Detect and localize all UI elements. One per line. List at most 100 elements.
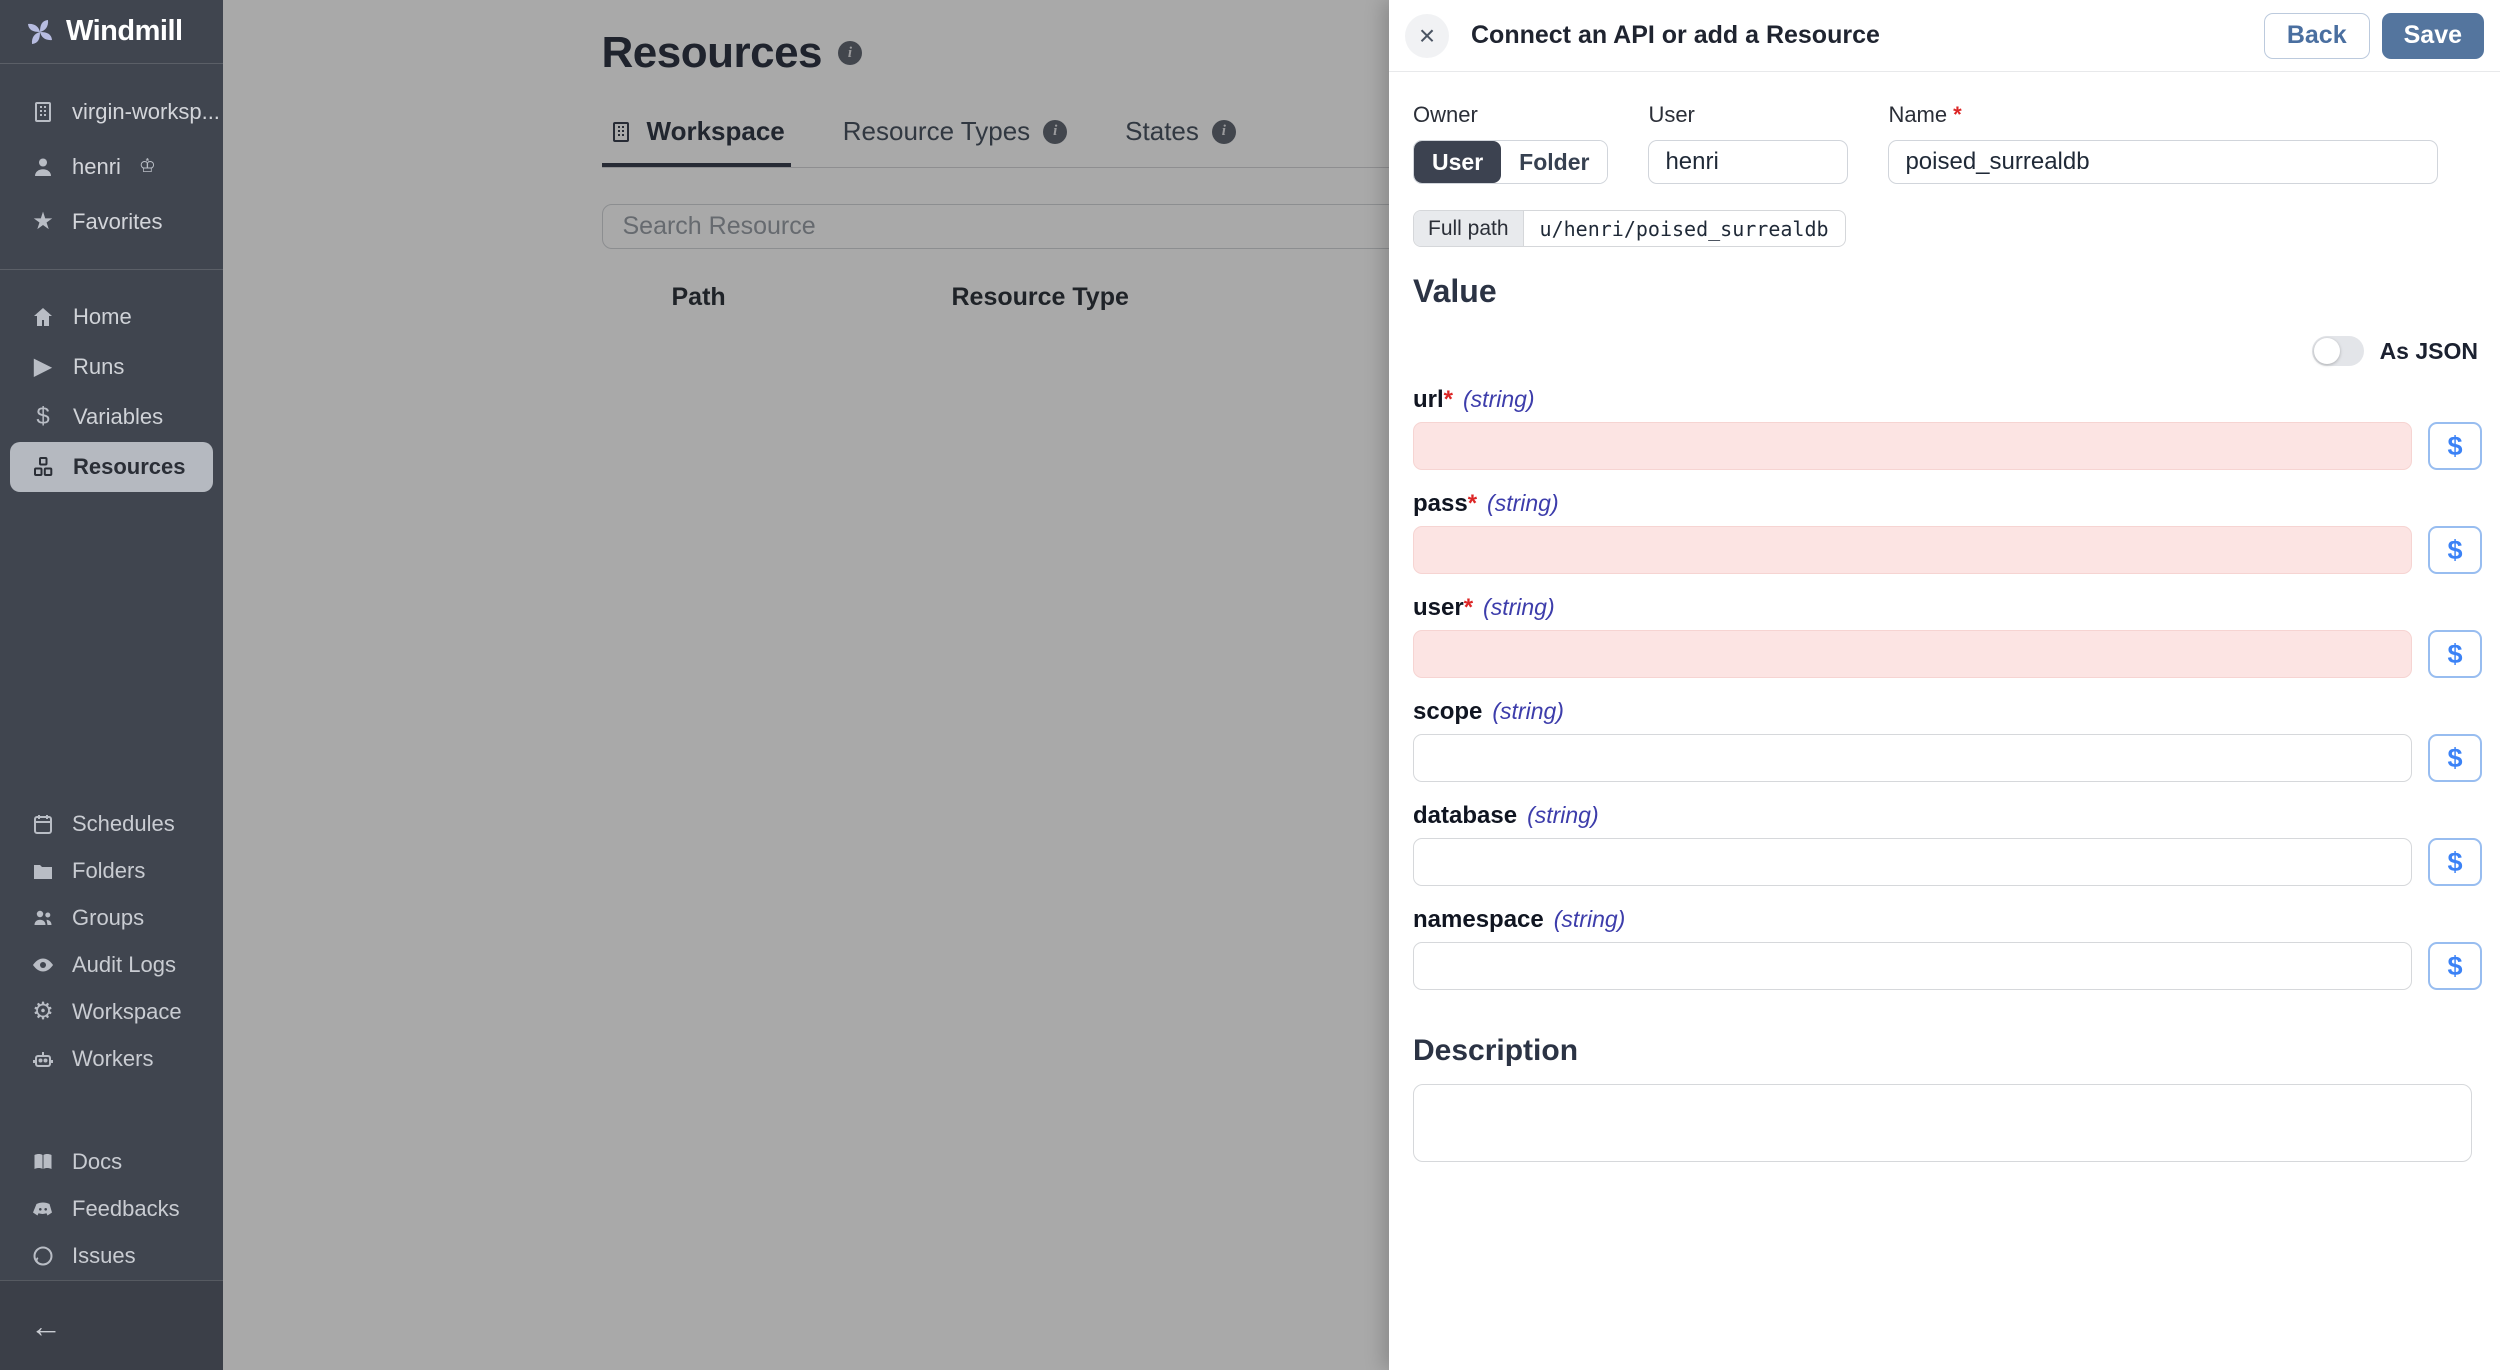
nav-label: Schedules — [72, 810, 175, 836]
url-input[interactable] — [1413, 422, 2412, 470]
sidebar-item-variables[interactable]: $ Variables — [10, 392, 213, 442]
nav-label: Feedbacks — [72, 1195, 180, 1221]
calendar-icon — [30, 811, 56, 837]
variable-picker-button[interactable]: $ — [2428, 942, 2482, 990]
user-icon — [30, 154, 56, 180]
field-type: (string) — [1527, 802, 1599, 828]
discord-icon — [30, 1196, 56, 1222]
resource-name-input[interactable] — [1888, 140, 2438, 184]
field-group-pass: pass * (string) $ — [1413, 490, 2482, 574]
field-name: pass — [1413, 490, 1468, 517]
back-button[interactable]: Back — [2263, 12, 2370, 59]
sidebar-item-docs[interactable]: Docs — [0, 1138, 223, 1185]
nav-label: Groups — [72, 904, 145, 930]
field-type: (string) — [1463, 386, 1535, 412]
github-icon — [30, 1243, 56, 1269]
as-json-toggle[interactable] — [2311, 336, 2364, 366]
nav-label: Docs — [72, 1148, 123, 1174]
sidebar-item-workspace-switcher[interactable]: virgin-worksp... — [0, 84, 223, 139]
sidebar-item-user[interactable]: henri ♔ — [0, 139, 223, 194]
owner-label: Owner — [1413, 102, 1478, 127]
variable-picker-button[interactable]: $ — [2428, 838, 2482, 886]
sidebar-item-workspace-settings[interactable]: ⚙ Workspace — [0, 988, 223, 1035]
namespace-input[interactable] — [1413, 942, 2412, 990]
variable-picker-button[interactable]: $ — [2428, 630, 2482, 678]
sidebar-item-resources[interactable]: Resources — [10, 442, 213, 492]
name-field-label: Name * — [1888, 102, 2438, 128]
owner-folder-option[interactable]: Folder — [1501, 141, 1608, 183]
variable-picker-button[interactable]: $ — [2428, 734, 2482, 782]
users-icon — [30, 905, 56, 931]
eye-icon — [30, 952, 56, 978]
field-group-url: url * (string) $ — [1413, 386, 2482, 470]
field-type: (string) — [1483, 594, 1555, 620]
field-group-user: user * (string) $ — [1413, 594, 2482, 678]
owner-kind-toggle: User Folder — [1413, 140, 1609, 184]
drawer-title: Connect an API or add a Resource — [1471, 21, 1880, 49]
app-name: Windmill — [66, 15, 183, 47]
nav-label: Workspace — [72, 998, 182, 1024]
nav-label: Home — [73, 304, 132, 329]
value-section-heading: Value — [1413, 273, 1497, 309]
drawer-body: Owner User Folder User Name* Full path u… — [1389, 72, 2500, 1370]
as-json-label: As JSON — [2379, 337, 2478, 364]
sidebar-item-folders[interactable]: Folders — [0, 847, 223, 894]
nav-label: Resources — [73, 454, 186, 479]
boxes-icon — [30, 454, 56, 480]
field-type: (string) — [1487, 490, 1559, 516]
required-marker: * — [1953, 102, 1962, 127]
nav-label: Audit Logs — [72, 951, 176, 977]
nav-label: Folders — [72, 857, 146, 883]
sidebar-item-audit-logs[interactable]: Audit Logs — [0, 941, 223, 988]
field-type: (string) — [1492, 698, 1564, 724]
play-icon: ▶ — [33, 353, 53, 380]
field-name: scope — [1413, 698, 1483, 725]
primary-nav: Home ▶ Runs $ Variables Resources — [0, 270, 223, 492]
workspace-name: virgin-worksp... — [72, 98, 220, 124]
owner-user-option[interactable]: User — [1414, 141, 1502, 183]
field-name: url — [1413, 386, 1444, 413]
sidebar-item-schedules[interactable]: Schedules — [0, 800, 223, 847]
field-group-scope: scope (string) $ — [1413, 698, 2482, 782]
variable-picker-button[interactable]: $ — [2428, 526, 2482, 574]
dollar-icon: $ — [36, 403, 50, 430]
building-icon — [30, 99, 56, 125]
sidebar-item-favorites[interactable]: ★ Favorites — [0, 194, 223, 249]
required-marker: * — [1443, 386, 1454, 413]
description-heading: Description — [1413, 1034, 1579, 1067]
sidebar-item-groups[interactable]: Groups — [0, 894, 223, 941]
required-marker: * — [1467, 490, 1478, 517]
full-path-badge: Full path u/henri/poised_surrealdb — [1413, 210, 1846, 247]
crown-icon: ♔ — [138, 156, 156, 177]
full-path-value: u/henri/poised_surrealdb — [1539, 216, 1829, 241]
windmill-logo-icon — [24, 16, 56, 48]
required-marker: * — [1463, 594, 1474, 621]
sidebar-item-runs[interactable]: ▶ Runs — [10, 342, 213, 392]
pass-input[interactable] — [1413, 526, 2412, 574]
variable-picker-button[interactable]: $ — [2428, 422, 2482, 470]
sidebar-item-feedbacks[interactable]: Feedbacks — [0, 1185, 223, 1232]
sidebar-item-workers[interactable]: Workers — [0, 1035, 223, 1082]
description-textarea[interactable] — [1413, 1084, 2472, 1162]
robot-icon — [30, 1046, 56, 1072]
app-logo[interactable]: Windmill — [0, 0, 223, 64]
database-input[interactable] — [1413, 838, 2412, 886]
close-icon[interactable]: × — [1405, 13, 1449, 58]
collapse-sidebar-icon[interactable]: ← — [30, 1310, 62, 1342]
sidebar-item-issues[interactable]: Issues — [0, 1232, 223, 1279]
favorites-label: Favorites — [72, 208, 163, 234]
toggle-knob — [2313, 338, 2340, 364]
user-input[interactable] — [1413, 630, 2412, 678]
sidebar-item-home[interactable]: Home — [10, 292, 213, 342]
owner-user-input[interactable] — [1648, 140, 1849, 184]
scope-input[interactable] — [1413, 734, 2412, 782]
star-icon: ★ — [32, 207, 54, 235]
workspace-section: virgin-worksp... henri ♔ ★ Favorites — [0, 64, 223, 270]
nav-label: Variables — [73, 404, 164, 429]
sidebar-collapse-row: ← — [0, 1280, 223, 1370]
folder-icon — [30, 858, 56, 884]
save-button[interactable]: Save — [2381, 12, 2484, 59]
field-type: (string) — [1553, 906, 1626, 932]
book-icon — [30, 1149, 56, 1175]
nav-label: Issues — [72, 1242, 136, 1268]
